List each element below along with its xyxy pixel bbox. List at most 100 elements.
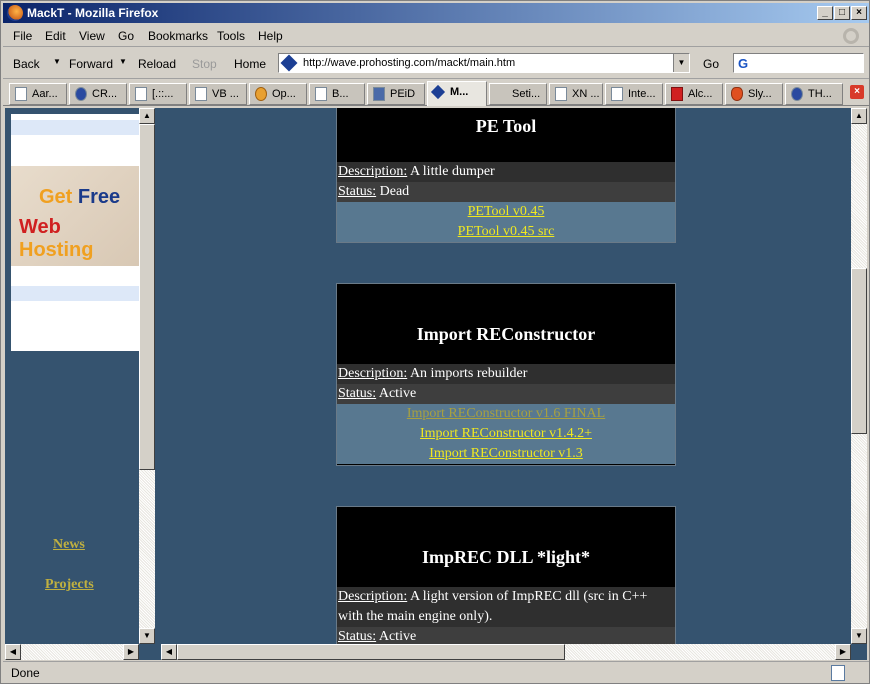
news-link[interactable]: News — [53, 537, 85, 553]
scroll-left-icon[interactable]: ◀ — [5, 644, 21, 660]
ad-text-get: Get — [39, 186, 73, 208]
ad-text-web: Web — [19, 216, 61, 238]
scroll-right-icon[interactable]: ▶ — [123, 644, 139, 660]
tab-1[interactable]: CR... — [69, 83, 127, 105]
scroll-thumb[interactable] — [139, 124, 155, 470]
scroll-thumb[interactable] — [851, 268, 867, 434]
sidebar-horizontal-scrollbar[interactable]: ◀ ▶ — [5, 644, 139, 660]
projects-link[interactable]: Projects — [45, 577, 94, 593]
download-link[interactable]: PETool v0.45 src — [337, 222, 675, 242]
tab-13[interactable]: TH... — [785, 83, 843, 105]
url-bar[interactable]: http://wave.prohosting.com/mackt/main.ht… — [278, 53, 690, 73]
stop-button[interactable]: Stop — [192, 57, 217, 71]
ad-line-1: Get Free — [39, 186, 120, 209]
app-icon — [373, 87, 385, 101]
scroll-right-icon[interactable]: ▶ — [835, 644, 851, 660]
status-bar: Done — [3, 661, 869, 683]
bolt-icon — [791, 87, 803, 101]
download-link[interactable]: Import REConstructor v1.4.2+ — [337, 424, 675, 444]
home-button[interactable]: Home — [234, 57, 266, 71]
download-link[interactable]: Import REConstructor v1.3 — [337, 444, 675, 464]
status-text: Dead — [376, 184, 410, 199]
sidebar-frame: Get Free Web Hosting News Projects ▲ ▼ ◀… — [5, 108, 157, 660]
forward-dropdown-icon[interactable]: ▼ — [119, 57, 127, 66]
tab-12[interactable]: Sly... — [725, 83, 783, 105]
gear-icon — [255, 87, 267, 101]
fox-icon — [731, 87, 743, 101]
close-tab-icon[interactable]: × — [850, 85, 864, 99]
menu-edit[interactable]: Edit — [45, 29, 66, 43]
main-horizontal-scrollbar[interactable]: ◀ ▶ — [161, 644, 851, 660]
tab-0[interactable]: Aar... — [9, 83, 67, 105]
download-link[interactable]: Import REConstructor v1.6 FINAL — [337, 404, 675, 424]
tab-4[interactable]: Op... — [249, 83, 307, 105]
page-icon — [15, 87, 27, 101]
page-icon — [315, 87, 327, 101]
tab-2[interactable]: [.::... — [129, 83, 187, 105]
status-label: Status: — [338, 629, 377, 644]
ad-image[interactable]: Get Free Web Hosting — [11, 166, 139, 266]
download-link[interactable]: PETool v0.45 — [337, 202, 675, 222]
back-button[interactable]: Back — [13, 57, 40, 71]
back-dropdown-icon[interactable]: ▼ — [53, 57, 61, 66]
cursor-icon — [495, 87, 507, 101]
status-text: Active — [376, 386, 417, 401]
scroll-up-icon[interactable]: ▲ — [139, 108, 155, 124]
tab-label: M... — [450, 86, 469, 98]
reload-button[interactable]: Reload — [138, 57, 176, 71]
globe-icon — [75, 87, 87, 101]
tab-label: Sly... — [748, 88, 772, 100]
page-icon — [135, 87, 147, 101]
menu-help[interactable]: Help — [258, 29, 283, 43]
tab-label: Inte... — [628, 88, 656, 100]
site-favicon-icon — [280, 54, 298, 72]
tab-6[interactable]: PEiD — [367, 83, 425, 105]
menu-view[interactable]: View — [79, 29, 105, 43]
tab-3[interactable]: VB ... — [189, 83, 247, 105]
project-card-imprec-dll: ImpREC DLL *light* Description: A light … — [336, 506, 676, 644]
url-dropdown-icon[interactable]: ▼ — [673, 54, 689, 72]
google-search-icon[interactable]: G — [738, 56, 748, 71]
go-button[interactable]: Go — [703, 57, 719, 71]
tab-5[interactable]: B... — [309, 83, 365, 105]
ad-banner[interactable]: Get Free Web Hosting — [11, 114, 139, 351]
tab-9[interactable]: XN ... — [549, 83, 603, 105]
scroll-thumb[interactable] — [177, 644, 565, 660]
url-text[interactable]: http://wave.prohosting.com/mackt/main.ht… — [303, 57, 515, 69]
tab-11[interactable]: Alc... — [665, 83, 723, 105]
forward-button[interactable]: Forward — [69, 57, 113, 71]
menu-file[interactable]: File — [13, 29, 32, 43]
search-input[interactable]: G — [733, 53, 864, 73]
page-icon — [611, 87, 623, 101]
firefox-icon — [7, 5, 23, 21]
tab-8[interactable]: Seti... — [489, 83, 547, 105]
main-vertical-scrollbar[interactable]: ▲ ▼ — [851, 108, 867, 644]
description-label: Description: — [338, 366, 408, 381]
menu-tools[interactable]: Tools — [217, 29, 245, 43]
menu-go[interactable]: Go — [118, 29, 134, 43]
menu-bookmarks[interactable]: Bookmarks — [148, 29, 208, 43]
tab-label: Op... — [272, 88, 296, 100]
status-label: Status: — [338, 386, 377, 401]
alcohol-icon — [671, 87, 683, 101]
scroll-down-icon[interactable]: ▼ — [851, 628, 867, 644]
tab-10[interactable]: Inte... — [605, 83, 663, 105]
description-text: An imports rebuilder — [407, 366, 528, 381]
sidebar-vertical-scrollbar[interactable]: ▲ ▼ — [139, 108, 155, 644]
close-button[interactable]: × — [851, 6, 867, 20]
maximize-button[interactable]: □ — [834, 6, 850, 20]
tab-label: [.::... — [152, 88, 174, 100]
status-label: Status: — [338, 184, 377, 199]
minimize-button[interactable]: _ — [817, 6, 833, 20]
scroll-up-icon[interactable]: ▲ — [851, 108, 867, 124]
tab-7[interactable]: M... — [427, 81, 487, 106]
status-text: Done — [11, 666, 40, 680]
scroll-left-icon[interactable]: ◀ — [161, 644, 177, 660]
status-row: Status: Active — [337, 384, 675, 404]
scroll-down-icon[interactable]: ▼ — [139, 628, 155, 644]
download-links: PETool v0.45 PETool v0.45 src — [337, 202, 675, 242]
page-info-icon[interactable] — [831, 665, 845, 681]
browser-window: MackT - Mozilla Firefox _ □ × File Edit … — [0, 0, 870, 684]
navigation-toolbar: Back ▼ Forward ▼ Reload Stop Home http:/… — [3, 49, 869, 79]
status-row: Status: Active — [337, 627, 675, 644]
